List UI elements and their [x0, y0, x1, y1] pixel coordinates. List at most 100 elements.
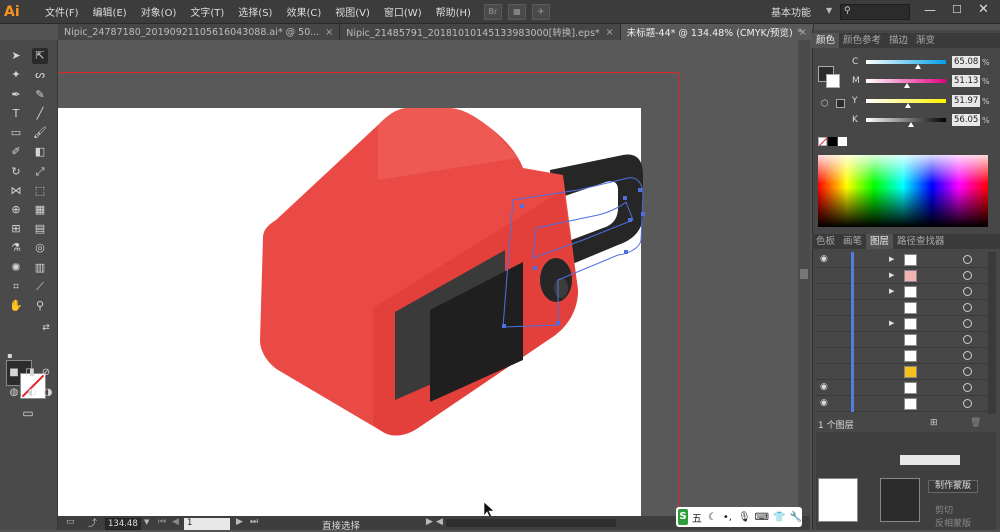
gpu-performance-icon[interactable]: ✈: [531, 3, 550, 20]
panel-stroke-swatch[interactable]: [826, 74, 840, 88]
eraser-tool-icon[interactable]: ◧: [32, 144, 48, 160]
layer-row[interactable]: [816, 332, 988, 348]
layer-row[interactable]: ◉ ▶: [816, 252, 988, 268]
mesh-tool-icon[interactable]: ⊞: [8, 221, 24, 237]
tools-icon[interactable]: 🔧: [790, 512, 802, 523]
web-safe-swatch[interactable]: [836, 99, 845, 108]
slider-track[interactable]: [866, 118, 946, 127]
none-mode-icon[interactable]: ⊘: [38, 365, 54, 381]
direct-selection-tool-icon[interactable]: ⇱: [32, 48, 48, 64]
perspective-grid-tool-icon[interactable]: ▦: [32, 202, 48, 218]
artboard-tool-icon[interactable]: ⌗: [8, 279, 24, 295]
free-transform-tool-icon[interactable]: ⬚: [32, 183, 48, 199]
target-icon[interactable]: [963, 367, 972, 376]
graph-tool-icon[interactable]: ▥: [32, 260, 48, 276]
bridge-button[interactable]: Br: [483, 3, 502, 20]
lasso-tool-icon[interactable]: ᔕ: [32, 67, 48, 83]
type-tool-icon[interactable]: T: [8, 106, 24, 122]
layer-row[interactable]: ◉: [816, 380, 988, 396]
tab-brushes[interactable]: 画笔: [839, 234, 866, 249]
slider-track[interactable]: [866, 79, 946, 88]
horizontal-scrollbar[interactable]: [446, 519, 616, 527]
tab-stroke[interactable]: 描边: [885, 33, 912, 48]
document-tab-1[interactable]: Nipic_24787180_20190921105616043088.ai* …: [58, 24, 341, 40]
slider-thumb[interactable]: [915, 64, 922, 69]
slider-thumb[interactable]: [907, 122, 914, 127]
pencil-tool-icon[interactable]: ✐: [8, 144, 24, 160]
document-tab-2[interactable]: Nipic_21485791_20181010145133983000[转换].…: [340, 24, 621, 40]
rectangle-tool-icon[interactable]: ▭: [8, 125, 24, 141]
menu-file[interactable]: 文件(F): [38, 4, 86, 19]
tab-pathfinder[interactable]: 路径查找器: [893, 234, 949, 249]
expand-arrow-icon[interactable]: ▶: [889, 319, 894, 327]
next-artboard-icon[interactable]: ▶: [236, 517, 243, 527]
slider-value-input[interactable]: 56.05: [952, 114, 980, 126]
workspace-switcher[interactable]: 基本功能: [771, 4, 811, 19]
chevron-down-icon[interactable]: ▼: [826, 6, 832, 15]
draw-behind-icon[interactable]: ◐: [24, 385, 40, 401]
expand-arrow-icon[interactable]: ▶: [889, 271, 894, 279]
zoom-tool-icon[interactable]: ⚲: [32, 298, 48, 314]
menu-type[interactable]: 文字(T): [183, 4, 231, 19]
document-tab-3[interactable]: 未标题-44* @ 134.48% (CMYK/预览) ×: [620, 24, 814, 40]
magic-wand-tool-icon[interactable]: ✦: [8, 67, 24, 83]
white-swatch[interactable]: [838, 137, 847, 146]
scale-tool-icon[interactable]: ⤢: [32, 164, 48, 180]
close-icon[interactable]: ×: [606, 27, 614, 38]
slider-thumb[interactable]: [903, 83, 910, 88]
keyboard-icon[interactable]: ⌨: [755, 512, 769, 523]
layer-row[interactable]: ▶: [816, 268, 988, 284]
target-icon[interactable]: [963, 335, 972, 344]
target-icon[interactable]: [963, 303, 972, 312]
menu-view[interactable]: 视图(V): [328, 4, 377, 19]
slider-yellow[interactable]: Y 51.97 %: [852, 94, 992, 108]
slider-track[interactable]: [866, 60, 946, 69]
maximize-button[interactable]: ☐: [952, 3, 962, 16]
target-icon[interactable]: [963, 255, 972, 264]
paintbrush-tool-icon[interactable]: 🖌: [32, 125, 48, 141]
blend-tool-icon[interactable]: ◎: [32, 240, 48, 256]
tab-overflow-icon[interactable]: »: [797, 26, 803, 36]
make-mask-button[interactable]: 制作蒙版: [928, 480, 978, 493]
zoom-level-field[interactable]: 134.48: [105, 518, 141, 530]
menu-object[interactable]: 对象(O): [134, 4, 184, 19]
target-icon[interactable]: [963, 319, 972, 328]
voice-icon[interactable]: 🎙: [738, 512, 751, 523]
status-menu-icon[interactable]: ▶: [426, 517, 433, 527]
draw-mode-icon[interactable]: ◍: [6, 385, 22, 401]
curvature-tool-icon[interactable]: ✎: [32, 87, 48, 103]
opacity-slider[interactable]: [900, 455, 960, 465]
expand-arrow-icon[interactable]: ▶: [889, 287, 894, 295]
eye-icon[interactable]: ◉: [820, 254, 828, 264]
black-swatch[interactable]: [828, 137, 837, 146]
mask-preview[interactable]: [880, 478, 920, 522]
eye-icon[interactable]: ◉: [820, 382, 828, 392]
color-mode-icon[interactable]: ■: [6, 365, 22, 381]
close-icon[interactable]: ×: [325, 27, 333, 38]
new-layer-icon[interactable]: ⊞: [930, 418, 938, 428]
slider-black[interactable]: K 56.05 %: [852, 113, 992, 127]
hscroll-left-icon[interactable]: ◀: [436, 517, 443, 527]
slider-value-input[interactable]: 65.08: [952, 56, 980, 68]
first-artboard-icon[interactable]: ⏮: [158, 517, 166, 527]
target-icon[interactable]: [963, 271, 972, 280]
slider-value-input[interactable]: 51.97: [952, 95, 980, 107]
gradient-tool-icon[interactable]: ▤: [32, 221, 48, 237]
slider-thumb[interactable]: [904, 103, 911, 108]
hand-tool-icon[interactable]: ✋: [8, 298, 24, 314]
chevron-down-icon[interactable]: ▼: [144, 518, 149, 526]
search-input[interactable]: ⚲: [840, 4, 910, 20]
layer-row[interactable]: [816, 364, 988, 380]
layer-row[interactable]: ▶: [816, 316, 988, 332]
layers-scrollbar[interactable]: [988, 252, 996, 414]
close-button[interactable]: ✕: [978, 2, 989, 17]
invert-mask-checkbox-label[interactable]: 反相蒙版: [935, 516, 971, 529]
line-tool-icon[interactable]: ╱: [32, 106, 48, 122]
delete-layer-icon[interactable]: 🗑: [970, 418, 981, 428]
pen-tool-icon[interactable]: ✒: [8, 87, 24, 103]
artboard-number-field[interactable]: 1: [184, 518, 230, 530]
screen-mode-icon[interactable]: ▭: [20, 405, 36, 421]
eyedropper-tool-icon[interactable]: ⚗: [8, 240, 24, 256]
rotate-tool-icon[interactable]: ↻: [8, 164, 24, 180]
layer-row[interactable]: [816, 300, 988, 316]
